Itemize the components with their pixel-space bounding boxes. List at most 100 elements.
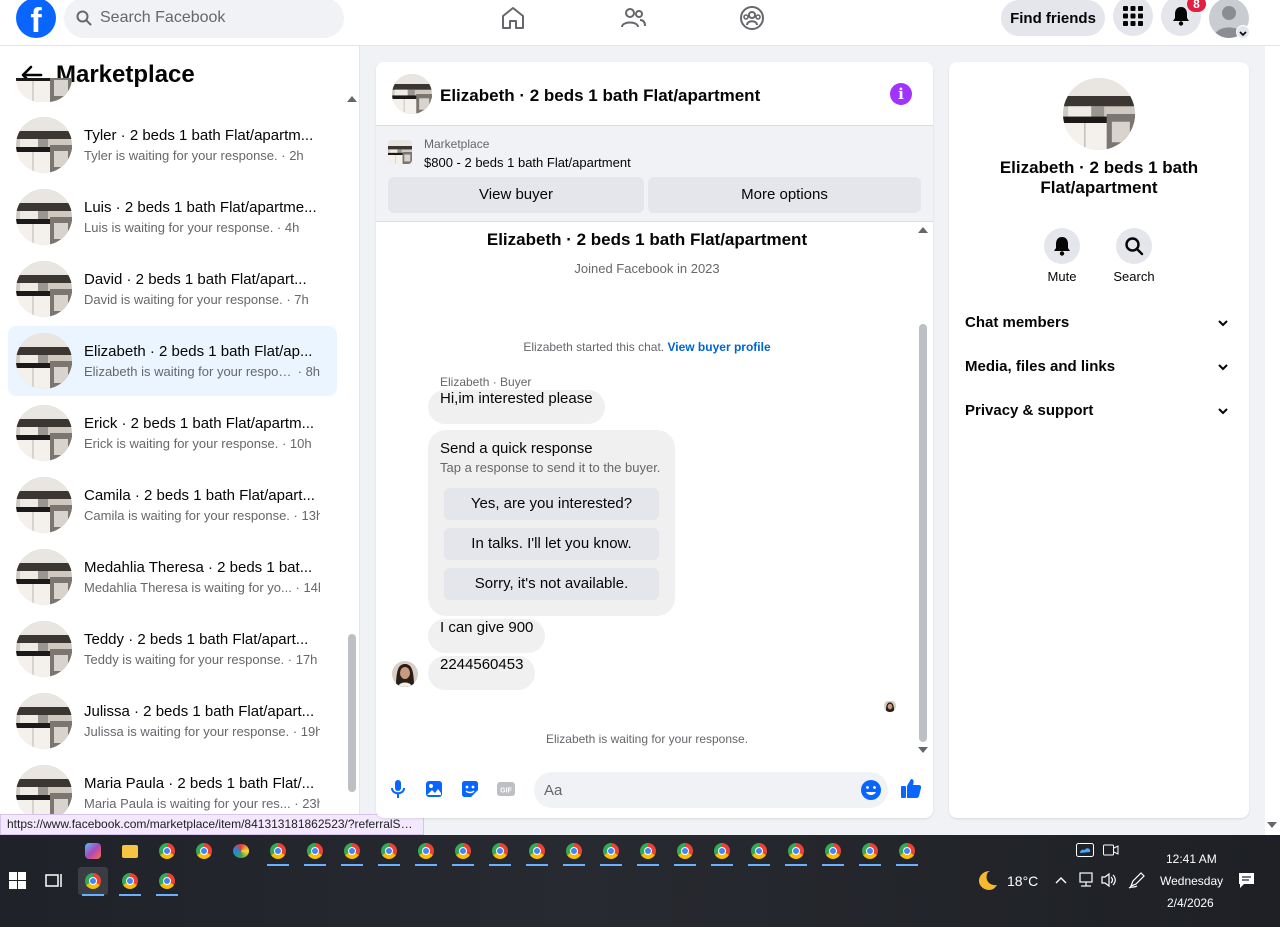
chat-scrollbar[interactable]: [918, 227, 928, 757]
scrollbar-thumb[interactable]: [348, 634, 356, 792]
conversation-item[interactable]: Erick · 2 beds 1 bath Flat/apartm... Eric…: [8, 398, 337, 468]
emoji-icon[interactable]: [860, 779, 882, 801]
groups-icon[interactable]: [738, 4, 766, 32]
notification-center-icon[interactable]: [1238, 872, 1255, 889]
account-menu-chevron[interactable]: [1236, 25, 1250, 39]
photo-icon[interactable]: [424, 779, 444, 799]
copilot-app-icon[interactable]: [78, 837, 108, 865]
chrome-taskbar-icon[interactable]: [152, 837, 182, 865]
quick-reply-not-available-button[interactable]: Sorry, it's not available.: [444, 568, 659, 600]
windows-start-icon[interactable]: [9, 872, 26, 889]
chrome-taskbar-icon[interactable]: [559, 837, 589, 866]
chrome-taskbar-icon[interactable]: [374, 837, 404, 866]
conversation-item[interactable]: Tyler · 2 beds 1 bath Flat/apartm... Tyle…: [8, 110, 337, 180]
clock-time[interactable]: 12:41 AM: [1166, 852, 1217, 866]
chrome-taskbar-icon[interactable]: [522, 837, 552, 866]
listing-small-thumbnail[interactable]: [388, 140, 412, 164]
conversation-title: Teddy · 2 beds 1 bath Flat/apart...: [84, 631, 309, 648]
chrome-taskbar-icon[interactable]: [670, 837, 700, 866]
microphone-icon[interactable]: [388, 779, 408, 799]
inbox-scrollbar[interactable]: [347, 96, 357, 792]
clock-day[interactable]: Wednesday: [1160, 874, 1223, 888]
search-in-conversation-button[interactable]: Search: [1110, 228, 1158, 284]
more-options-button[interactable]: More options: [648, 177, 921, 213]
chrome-taskbar-icon[interactable]: [855, 837, 885, 866]
find-friends-button[interactable]: Find friends: [1001, 0, 1105, 36]
chrome-taskbar-icon[interactable]: [892, 837, 922, 866]
menu-button[interactable]: [1113, 0, 1153, 36]
conversation-preview: Medahlia Theresa is waiting for yo...: [84, 580, 292, 595]
privacy-support-section[interactable]: Privacy & support: [957, 389, 1241, 433]
chrome-taskbar-icon[interactable]: [633, 837, 663, 866]
search-box[interactable]: [64, 0, 344, 38]
chrome-taskbar-icon[interactable]: [300, 837, 330, 866]
meet-now-icon[interactable]: [1103, 843, 1119, 857]
listing-thumbnail: [16, 693, 72, 749]
chrome-taskbar-icon[interactable]: [596, 837, 626, 866]
chrome-taskbar-icon[interactable]: [744, 837, 774, 866]
info-icon[interactable]: i: [890, 83, 912, 105]
chrome-taskbar-icon-active[interactable]: [78, 867, 108, 896]
scroll-down-arrow[interactable]: [918, 747, 928, 753]
show-hidden-icons-icon[interactable]: [1055, 875, 1067, 885]
conversation-item[interactable]: Medahlia Theresa · 2 beds 1 bat... Medahl…: [8, 542, 337, 612]
volume-icon[interactable]: [1100, 872, 1118, 888]
conversation-item[interactable]: David · 2 beds 1 bath Flat/apart... David…: [8, 254, 337, 324]
message-input[interactable]: [544, 772, 844, 808]
conversation-item[interactable]: Luis · 2 beds 1 bath Flat/apartme... Luis…: [8, 182, 337, 252]
search-input[interactable]: [100, 0, 330, 38]
listing-thumbnail[interactable]: [392, 74, 432, 114]
chrome-taskbar-icon[interactable]: [337, 837, 367, 866]
clock-date[interactable]: 2/4/2026: [1167, 896, 1214, 910]
quick-reply-in-talks-button[interactable]: In talks. I'll let you know.: [444, 528, 659, 560]
scroll-up-arrow[interactable]: [918, 227, 928, 233]
conversation-item[interactable]: Camila · 2 beds 1 bath Flat/apart... Cami…: [8, 470, 337, 540]
chrome-taskbar-icon[interactable]: [781, 837, 811, 866]
chrome-taskbar-icon[interactable]: [707, 837, 737, 866]
chrome-taskbar-icon[interactable]: [115, 867, 145, 896]
chrome-taskbar-icon[interactable]: [189, 837, 219, 865]
chrome-taskbar-icon[interactable]: [485, 837, 515, 866]
friends-icon[interactable]: [619, 4, 647, 32]
weather-moon-icon[interactable]: [976, 869, 998, 891]
conversation-item[interactable]: Teddy · 2 beds 1 bath Flat/apart... Teddy…: [8, 614, 337, 684]
page-scrollbar[interactable]: [1265, 46, 1280, 835]
task-view-icon[interactable]: [45, 872, 63, 889]
facebook-logo[interactable]: f: [16, 0, 56, 38]
chrome-taskbar-icon[interactable]: [818, 837, 848, 866]
conversation-preview: Teddy is waiting for your response.: [84, 652, 285, 667]
chrome-taskbar-icon[interactable]: [411, 837, 441, 866]
paint-app-icon[interactable]: [226, 837, 256, 865]
chrome-taskbar-icon[interactable]: [152, 867, 182, 896]
file-explorer-icon[interactable]: [115, 837, 145, 865]
quick-reply-yes-button[interactable]: Yes, are you interested?: [444, 488, 659, 520]
message-input-box[interactable]: [534, 772, 888, 808]
chat-title[interactable]: Elizabeth · 2 beds 1 bath Flat/apartment: [440, 86, 760, 106]
chrome-taskbar-icon[interactable]: [448, 837, 478, 866]
gif-icon[interactable]: GIF: [496, 779, 516, 799]
thumbs-up-icon[interactable]: [900, 777, 922, 799]
view-buyer-profile-link[interactable]: View buyer profile: [667, 340, 770, 354]
conversation-preview: Maria Paula is waiting for your res...: [84, 796, 291, 811]
weather-temperature[interactable]: 18°C: [1007, 873, 1038, 889]
conversation-time: 14h: [303, 580, 320, 595]
mute-button[interactable]: Mute: [1038, 228, 1086, 284]
chrome-taskbar-icon[interactable]: [263, 837, 293, 866]
network-icon[interactable]: [1077, 872, 1095, 888]
listing-label: Marketplace: [424, 137, 490, 151]
buyer-avatar[interactable]: [392, 661, 418, 687]
conversation-item[interactable]: Julissa · 2 beds 1 bath Flat/apart... Jul…: [8, 686, 337, 756]
scroll-down-arrow[interactable]: [1267, 822, 1277, 828]
listing-large-thumbnail[interactable]: [1063, 78, 1135, 150]
media-files-links-section[interactable]: Media, files and links: [957, 345, 1241, 389]
sticker-icon[interactable]: [460, 779, 480, 799]
conversation-item[interactable]: Elizabeth · 2 beds 1 bath Flat/ap... Eliz…: [8, 326, 337, 396]
view-buyer-button[interactable]: View buyer: [388, 177, 644, 213]
scrollbar-thumb[interactable]: [919, 324, 927, 742]
pen-workspace-icon[interactable]: [1128, 871, 1146, 889]
onedrive-icon[interactable]: [1076, 843, 1094, 857]
scroll-up-arrow[interactable]: [347, 96, 357, 102]
home-icon[interactable]: [499, 4, 527, 32]
listing-price[interactable]: $800 - 2 beds 1 bath Flat/apartment: [424, 155, 631, 170]
chat-members-section[interactable]: Chat members: [957, 301, 1241, 345]
